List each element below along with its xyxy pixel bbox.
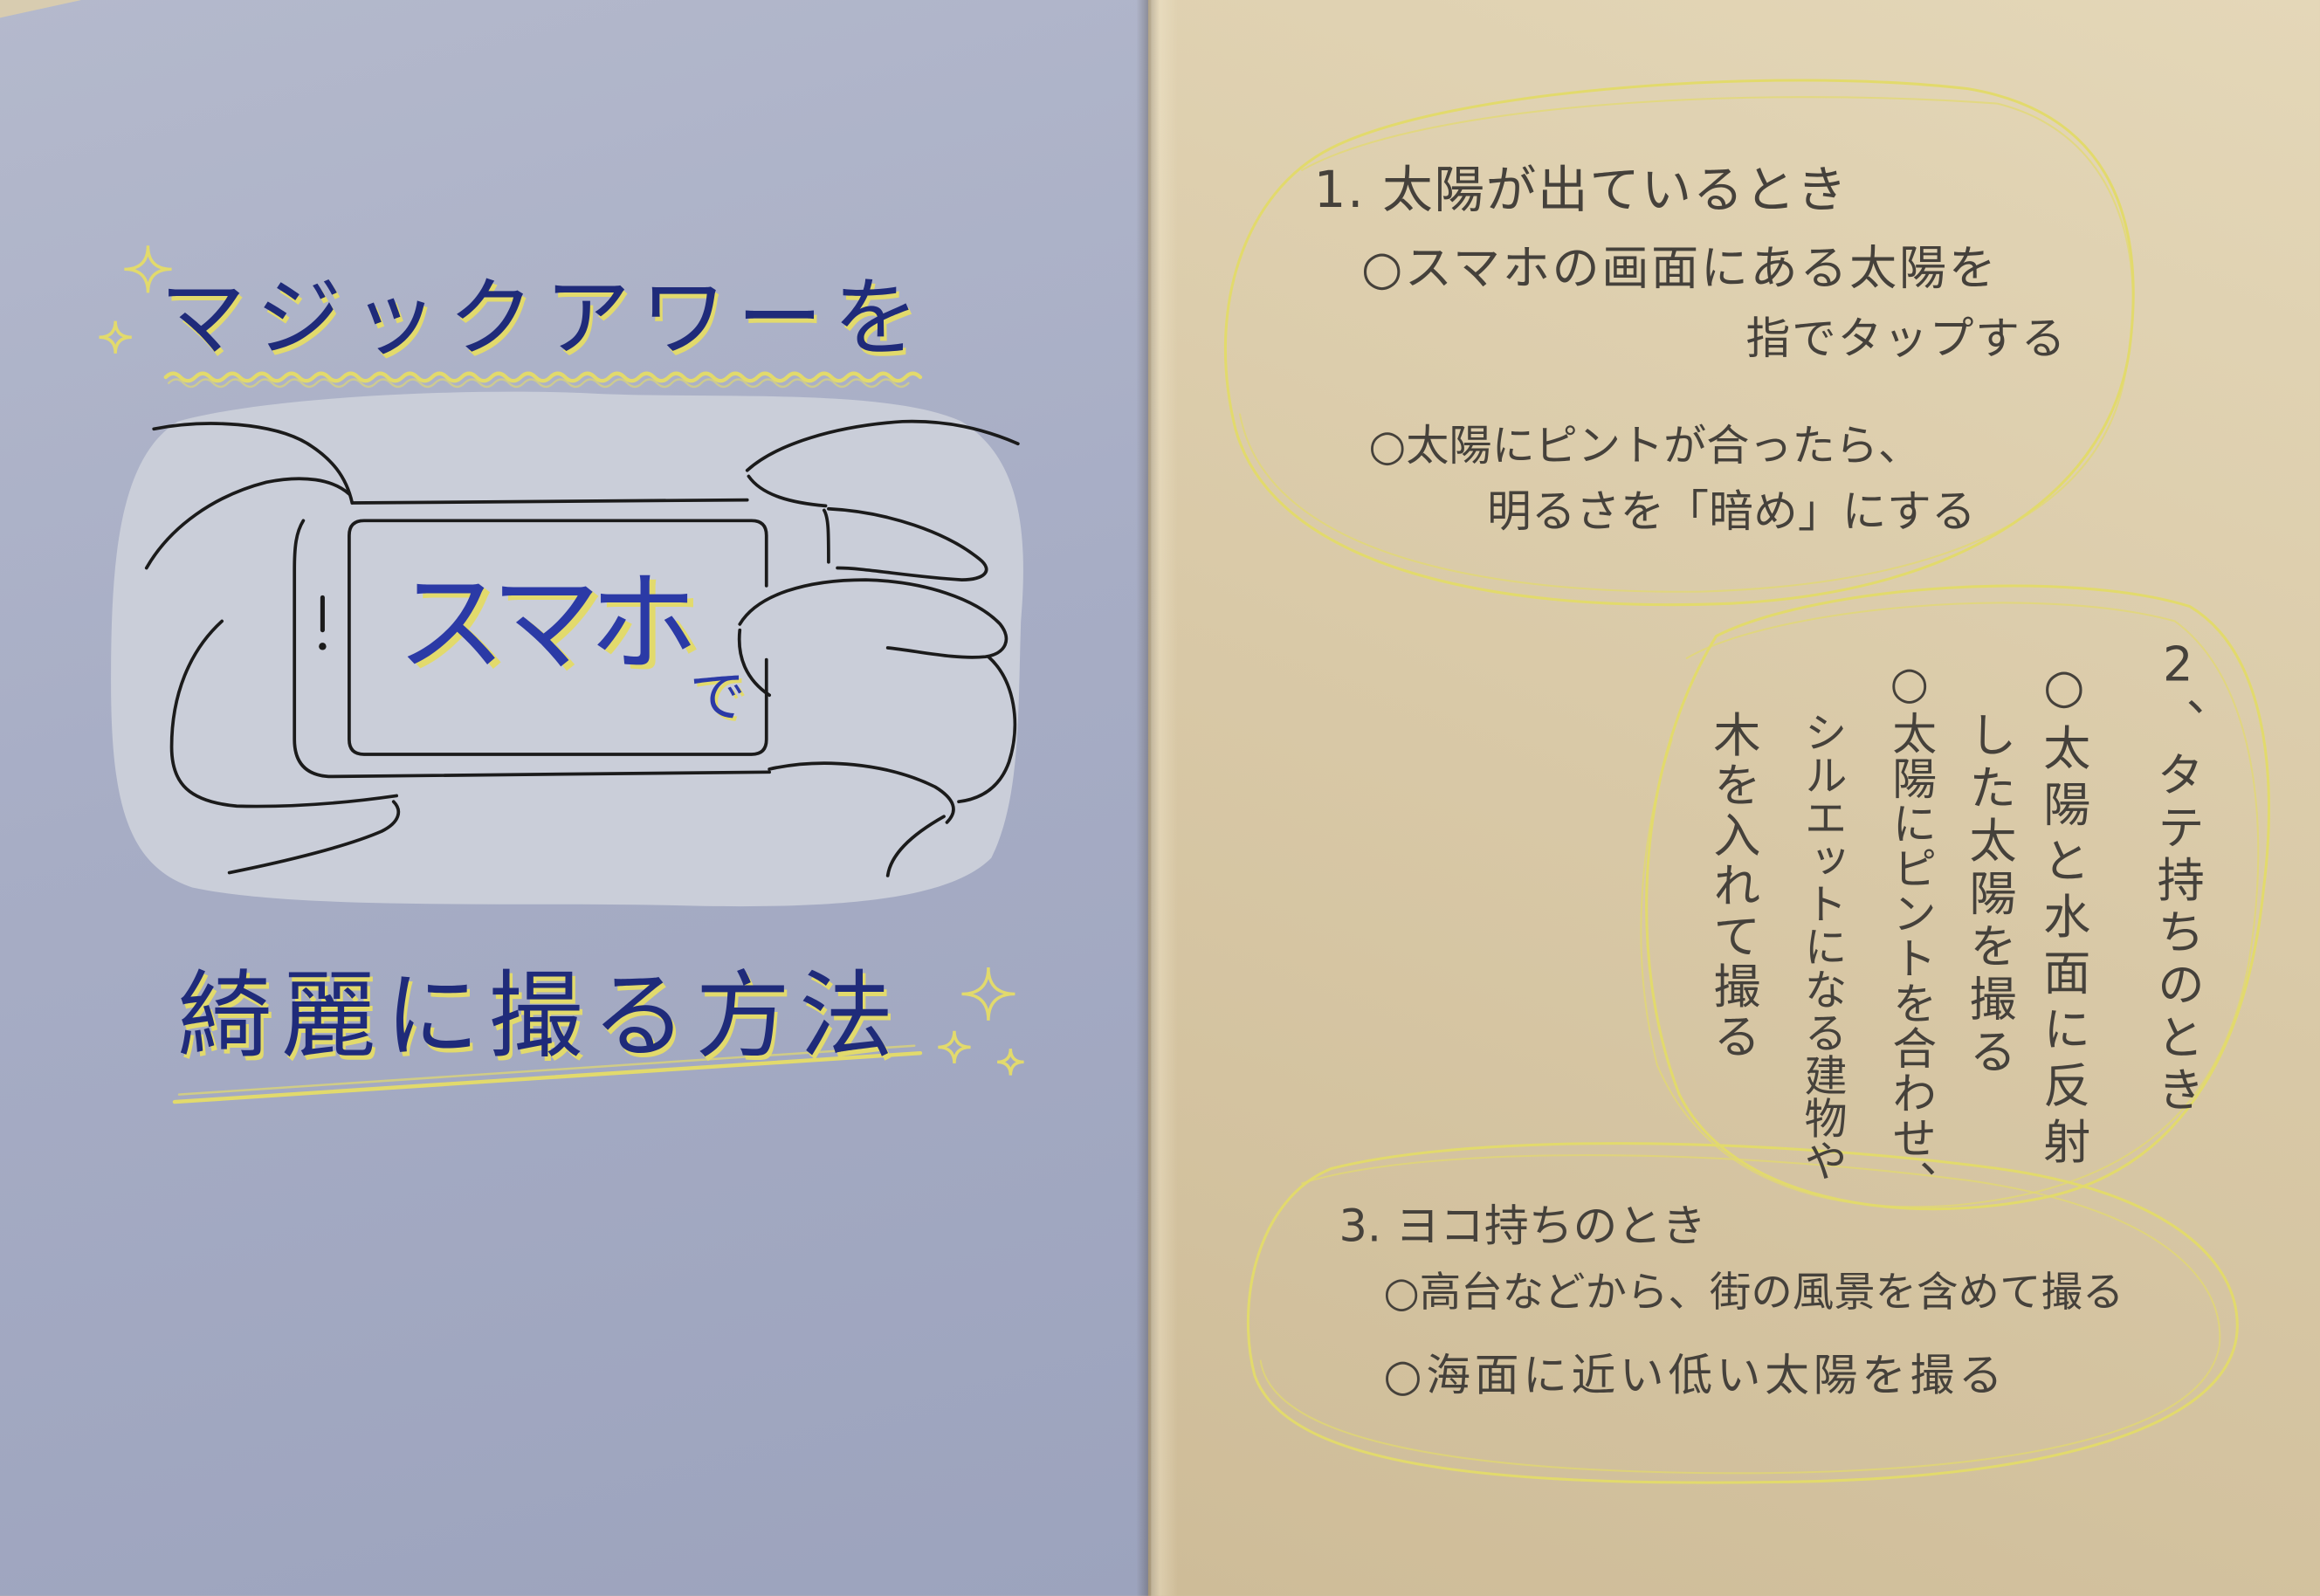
- section-2-heading: タテ持ちのとき: [2150, 749, 2206, 1118]
- booklet-spread: マジックアワーを スマホ で 綺麗に撮る方法 1. 太陽が出ているとき ○スマホ…: [0, 0, 2320, 1596]
- section-3-line: ○高台などから、街の風景を含めて撮る: [1383, 1267, 2124, 1317]
- section-3-line: ○海面に近い低い太陽を撮る: [1383, 1350, 2007, 1403]
- phone-screen-text-small: で: [689, 664, 747, 730]
- section-1-line: 明るさを「暗め」にする: [1486, 486, 1976, 539]
- phone-screen-text-main: スマホ: [396, 561, 698, 688]
- sparkle-icon: [99, 320, 132, 354]
- section-3-heading: 3. ヨコ持ちのとき: [1339, 1200, 1707, 1253]
- sparkle-icon: [961, 967, 1015, 1021]
- table-corner: [0, 0, 82, 18]
- sparkle-icon: [938, 1030, 971, 1064]
- title-top: マジックアワーを: [160, 267, 930, 368]
- section-2-line: した太陽を撮る: [1961, 710, 2019, 1080]
- section-2-line: 木を入れて撮る: [1705, 710, 1763, 1063]
- sparkle-icon: [997, 1049, 1024, 1076]
- section-1-line: ○太陽にピントが合ったら、: [1368, 420, 1921, 471]
- title-bottom: 綺麗に撮る方法: [177, 962, 903, 1073]
- title-top-wavy-underline: [163, 371, 923, 389]
- section-2-line: ○太陽にピントを合わせ、: [1883, 657, 1936, 1206]
- section-2-number: 2、: [2150, 636, 2206, 750]
- section-1-line: ○スマホの画面にある太陽を: [1360, 239, 1999, 296]
- section-2-heading-column: 2、タテ持ちのとき: [2150, 636, 2206, 1117]
- section-2-line: シルエットになる建物や: [1797, 710, 1848, 1182]
- section-1-line: 指でタップする: [1745, 313, 2068, 366]
- section-2-line: ○太陽と水面に反射: [2035, 657, 2093, 1173]
- section-1-heading: 1. 太陽が出ているとき: [1313, 161, 1848, 221]
- booklet-photo: マジックアワーを スマホ で 綺麗に撮る方法 1. 太陽が出ているとき ○スマホ…: [0, 0, 2320, 1596]
